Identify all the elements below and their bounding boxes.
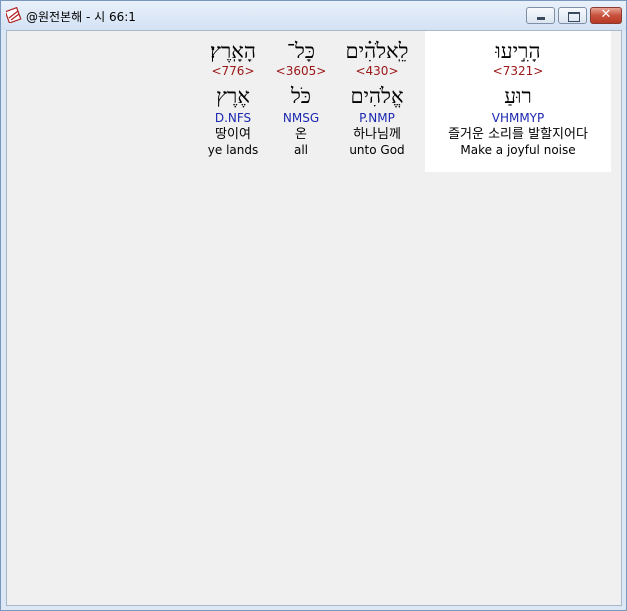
english-gloss: unto God: [349, 143, 405, 157]
hebrew-lemma: כֹּל: [290, 84, 312, 108]
minimize-button[interactable]: [526, 7, 555, 24]
app-window: @원전본해 - 시 66:1 ✕ הָרִ֣יעוּ <7321> רוּעַ …: [0, 0, 627, 611]
morphology-code: D.NFS: [214, 111, 252, 125]
korean-gloss: 하나님께: [353, 127, 401, 142]
hebrew-lemma: אֶרֶץ: [216, 84, 250, 108]
hebrew-lemma: רוּעַ: [504, 84, 532, 108]
english-gloss: all: [293, 143, 309, 157]
english-gloss: Make a joyful noise: [460, 143, 576, 157]
hebrew-word: הָאָֽרֶץ׃: [210, 39, 256, 63]
maximize-icon: [568, 12, 580, 22]
strong-number[interactable]: <3605>: [271, 64, 331, 79]
word-column-3[interactable]: כָּל־ <3605> כֹּל NMSG 온 all: [271, 31, 331, 158]
korean-gloss: 땅이여: [215, 127, 251, 142]
morphology-code: P.NMP: [359, 111, 395, 125]
hebrew-word: הָרִ֣יעוּ: [495, 39, 541, 63]
strong-number[interactable]: <7321>: [425, 64, 611, 79]
strong-number[interactable]: <430>: [332, 64, 422, 79]
hebrew-word: כָּל־: [286, 39, 316, 63]
word-column-1[interactable]: הָרִ֣יעוּ <7321> רוּעַ VHMMYP 즐거운 소리를 발할…: [425, 31, 611, 172]
minimize-icon: [537, 17, 545, 20]
hebrew-word: לֵֽאלֹהִ֗ים: [345, 39, 409, 63]
maximize-button[interactable]: [558, 7, 587, 24]
close-button[interactable]: ✕: [590, 7, 622, 24]
hebrew-lemma: אֱלֹהִים: [350, 84, 404, 108]
close-icon: ✕: [600, 7, 612, 22]
english-gloss: ye lands: [207, 143, 259, 157]
word-column-4[interactable]: הָאָֽרֶץ׃ <776> אֶרֶץ D.NFS 땅이여 ye lands: [199, 31, 267, 158]
korean-gloss: 즐거운 소리를 발할지어다: [448, 127, 588, 142]
window-title: @원전본해 - 시 66:1: [26, 10, 136, 24]
title-bar[interactable]: @원전본해 - 시 66:1 ✕: [1, 1, 626, 30]
interlinear-view: הָרִ֣יעוּ <7321> רוּעַ VHMMYP 즐거운 소리를 발할…: [6, 30, 622, 606]
morphology-code: NMSG: [282, 111, 320, 125]
strong-number[interactable]: <776>: [199, 64, 267, 79]
bible-app-icon: [6, 7, 22, 23]
morphology-code: VHMMYP: [491, 111, 545, 125]
word-column-2[interactable]: לֵֽאלֹהִ֗ים <430> אֱלֹהִים P.NMP 하나님께 un…: [332, 31, 422, 158]
korean-gloss: 온: [295, 127, 307, 142]
